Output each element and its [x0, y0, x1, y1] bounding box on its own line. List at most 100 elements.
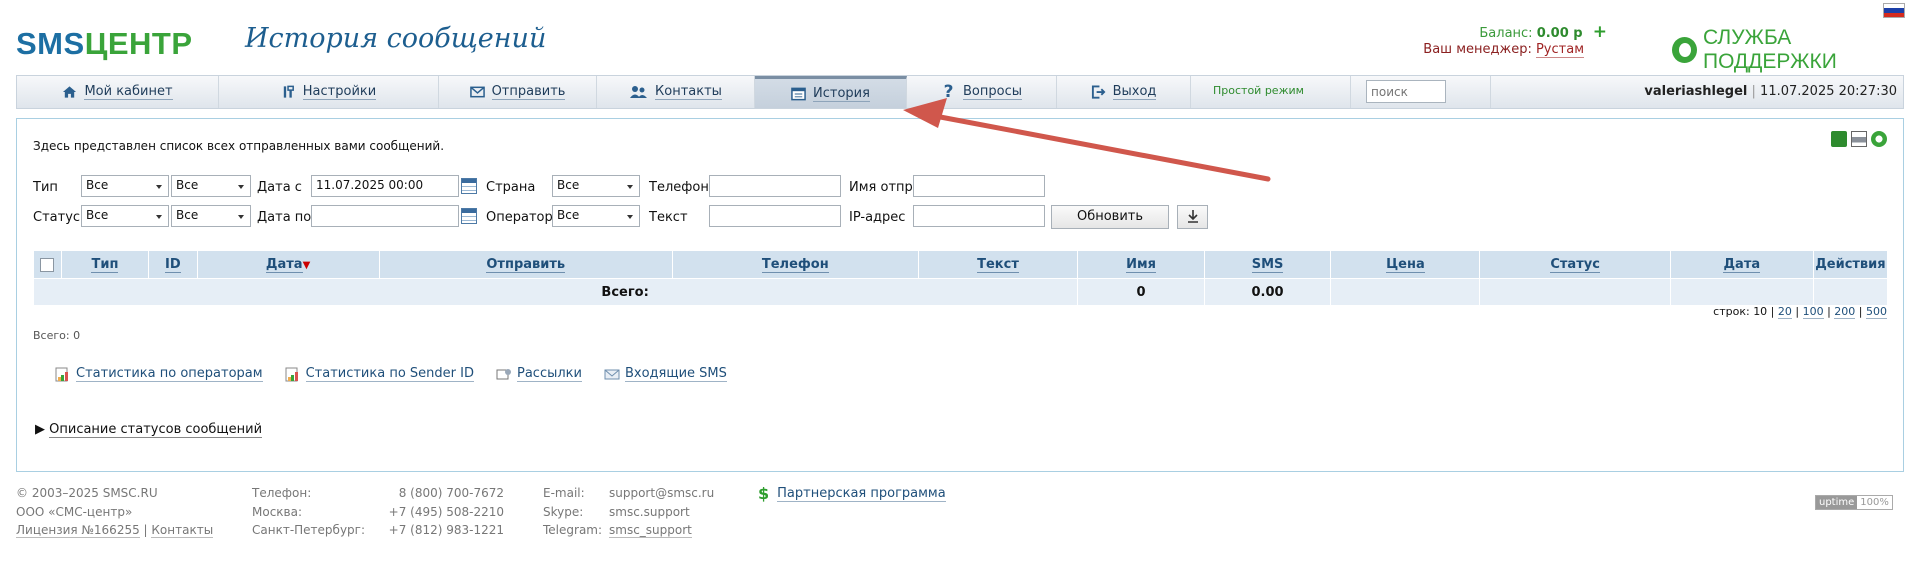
simple-mode-link[interactable]: Простой режим	[1213, 84, 1304, 97]
nav-send[interactable]: Отправить	[439, 76, 597, 108]
footer-contacts: E-mail: support@smsc.ru Skype: smsc.suppor…	[543, 484, 714, 540]
chart-doc-icon	[55, 367, 68, 381]
print-icon[interactable]	[1851, 131, 1867, 147]
refresh-icon[interactable]	[1871, 131, 1887, 147]
nav-settings[interactable]: Настройки	[219, 76, 439, 108]
col-status[interactable]: Статус	[1479, 251, 1671, 279]
total-status-empty	[1330, 278, 1481, 305]
col-date[interactable]: Дата▼	[197, 251, 380, 279]
rows-option-20[interactable]: 20	[1777, 305, 1792, 319]
col-id[interactable]: ID	[148, 251, 198, 279]
email-value[interactable]: support@smsc.ru	[609, 486, 714, 500]
nav-questions[interactable]: ? Вопросы	[907, 76, 1057, 108]
date-from-input[interactable]: 11.07.2025 00:00	[311, 175, 459, 197]
support-link[interactable]: СЛУЖБА ПОДДЕРЖКИ	[1672, 26, 1922, 74]
col-actions: Действия	[1813, 251, 1889, 279]
phone-input[interactable]	[709, 175, 841, 197]
download-button[interactable]	[1177, 205, 1208, 229]
refresh-button[interactable]: Обновить	[1051, 205, 1169, 229]
nav-history[interactable]: История	[755, 76, 907, 108]
rows-option-200[interactable]: 200	[1834, 305, 1856, 319]
rows-option-500[interactable]: 500	[1866, 305, 1887, 319]
date-from-label: Дата с	[257, 180, 302, 195]
main-panel: Здесь представлен список всех отправленн…	[16, 118, 1904, 472]
rows-per-page: строк: 10 | 20 | 100 | 200 | 500	[1713, 305, 1887, 319]
rows-option-100[interactable]: 100	[1802, 305, 1824, 319]
operator-label: Оператор	[486, 210, 553, 225]
toolbar-icons	[1831, 131, 1887, 147]
phone-label: Телефон:	[252, 486, 312, 500]
nav-history-label: История	[813, 85, 870, 102]
phone-label: Телефон	[649, 180, 709, 195]
contacts-link[interactable]: Контакты	[151, 523, 214, 538]
excel-export-icon[interactable]	[1831, 131, 1847, 147]
uptime-value: 100%	[1860, 497, 1889, 508]
select-all-cell	[34, 251, 62, 279]
type-label: Тип	[33, 180, 58, 195]
date-from-calendar-icon[interactable]	[461, 178, 477, 194]
nav-cabinet-label: Мой кабинет	[84, 84, 173, 100]
col-text[interactable]: Текст	[918, 251, 1079, 279]
nav-logout[interactable]: Выход	[1057, 76, 1191, 108]
nav-search-cell	[1351, 76, 1491, 108]
mailings-link[interactable]: Рассылки	[496, 366, 582, 382]
total-pad-empty	[1813, 278, 1889, 305]
logo[interactable]: SMSЦЕНТР	[16, 26, 193, 62]
col-phone[interactable]: Телефон	[672, 251, 919, 279]
footer-phones: Телефон: 8 (800) 700-7672 Москва: +7 (495)…	[252, 484, 504, 540]
license-link[interactable]: Лицензия №166255	[16, 523, 140, 538]
email-label: E-mail:	[543, 486, 585, 500]
nav-logout-label: Выход	[1112, 84, 1157, 100]
nav-send-label: Отправить	[491, 84, 566, 100]
select-all-checkbox[interactable]	[40, 257, 55, 272]
logo-sms: SMS	[16, 26, 85, 61]
col-price[interactable]: Цена	[1330, 251, 1481, 279]
calendar-icon	[791, 87, 806, 100]
country-select[interactable]: Все	[552, 175, 640, 197]
operator-select[interactable]: Все	[552, 205, 640, 227]
sender-label: Имя отпр.	[849, 180, 917, 195]
incoming-sms-link[interactable]: Входящие SMS	[604, 366, 727, 382]
footer-company: © 2003–2025 SMSC.RU ООО «СМС-центр» Лице…	[16, 486, 214, 538]
uptime-badge[interactable]: uptime 100%	[1815, 495, 1893, 510]
status-description-toggle[interactable]: ▶ Описание статусов сообщений	[35, 422, 263, 438]
manager-label: Ваш менеджер:	[1423, 42, 1532, 57]
type-subselect[interactable]: Все	[171, 175, 251, 197]
total-price: 0.00	[1204, 278, 1332, 305]
total-sms: 0	[1077, 278, 1205, 305]
ip-input[interactable]	[913, 205, 1045, 227]
home-icon	[63, 86, 77, 98]
manager-link[interactable]: Рустам	[1535, 42, 1584, 58]
language-flag-icon[interactable]	[1883, 3, 1905, 18]
support-headset-icon	[1672, 37, 1697, 63]
type-select[interactable]: Все	[81, 175, 169, 197]
text-input[interactable]	[709, 205, 841, 227]
telegram-link[interactable]: smsc_support	[609, 523, 692, 538]
status-select[interactable]: Все	[81, 205, 169, 227]
skype-value: smsc.support	[609, 504, 690, 519]
add-balance-button[interactable]: +	[1593, 22, 1607, 42]
col-type[interactable]: Тип	[61, 251, 150, 279]
table-header-row: Тип ID Дата▼ Отправить Телефон Текст Имя…	[34, 251, 1889, 279]
main-nav: Мой кабинет Настройки Отправить Контакты…	[16, 75, 1904, 109]
operator-stats-link[interactable]: Статистика по операторам	[55, 366, 263, 382]
moscow-value: +7 (495) 508-2210	[388, 504, 504, 519]
status-subselect[interactable]: Все	[171, 205, 251, 227]
sender-id-stats-link[interactable]: Статистика по Sender ID	[285, 366, 474, 382]
logout-icon	[1091, 85, 1106, 99]
tools-icon	[283, 85, 294, 98]
col-sms[interactable]: SMS	[1204, 251, 1332, 279]
nav-contacts[interactable]: Контакты	[597, 76, 755, 108]
col-send[interactable]: Отправить	[379, 251, 673, 279]
nav-contacts-label: Контакты	[655, 84, 722, 100]
nav-cabinet[interactable]: Мой кабинет	[17, 76, 219, 108]
date-to-input[interactable]	[311, 205, 459, 227]
download-icon	[1187, 210, 1198, 223]
col-name[interactable]: Имя	[1077, 251, 1205, 279]
sender-input[interactable]	[913, 175, 1045, 197]
date-to-calendar-icon[interactable]	[461, 208, 477, 224]
rows-label: строк:	[1713, 305, 1750, 318]
mailing-icon	[496, 368, 511, 379]
partner-program[interactable]: $ Партнерская программа	[758, 484, 946, 503]
col-date2[interactable]: Дата	[1670, 251, 1814, 279]
